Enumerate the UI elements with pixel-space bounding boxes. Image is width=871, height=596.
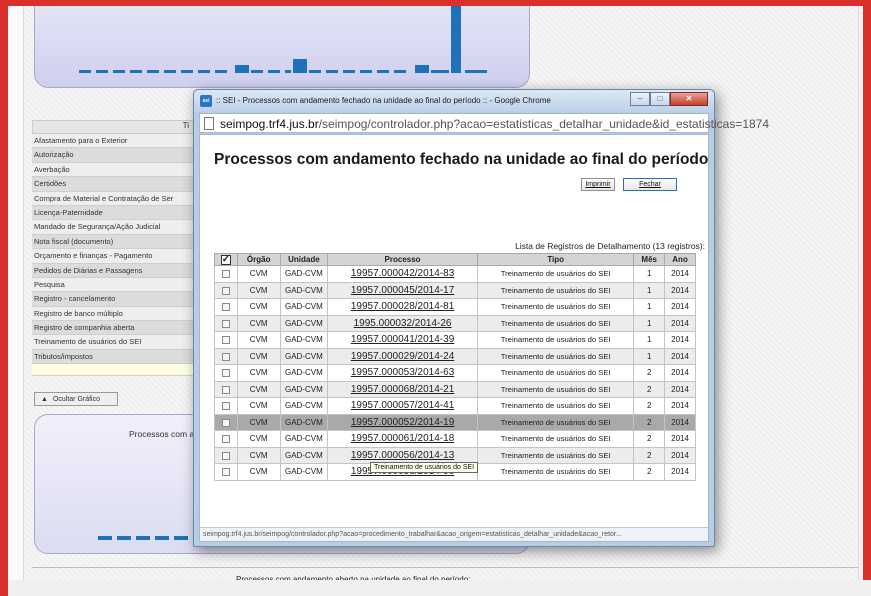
red-frame: [0, 0, 871, 596]
bottom-strip: [0, 580, 871, 596]
